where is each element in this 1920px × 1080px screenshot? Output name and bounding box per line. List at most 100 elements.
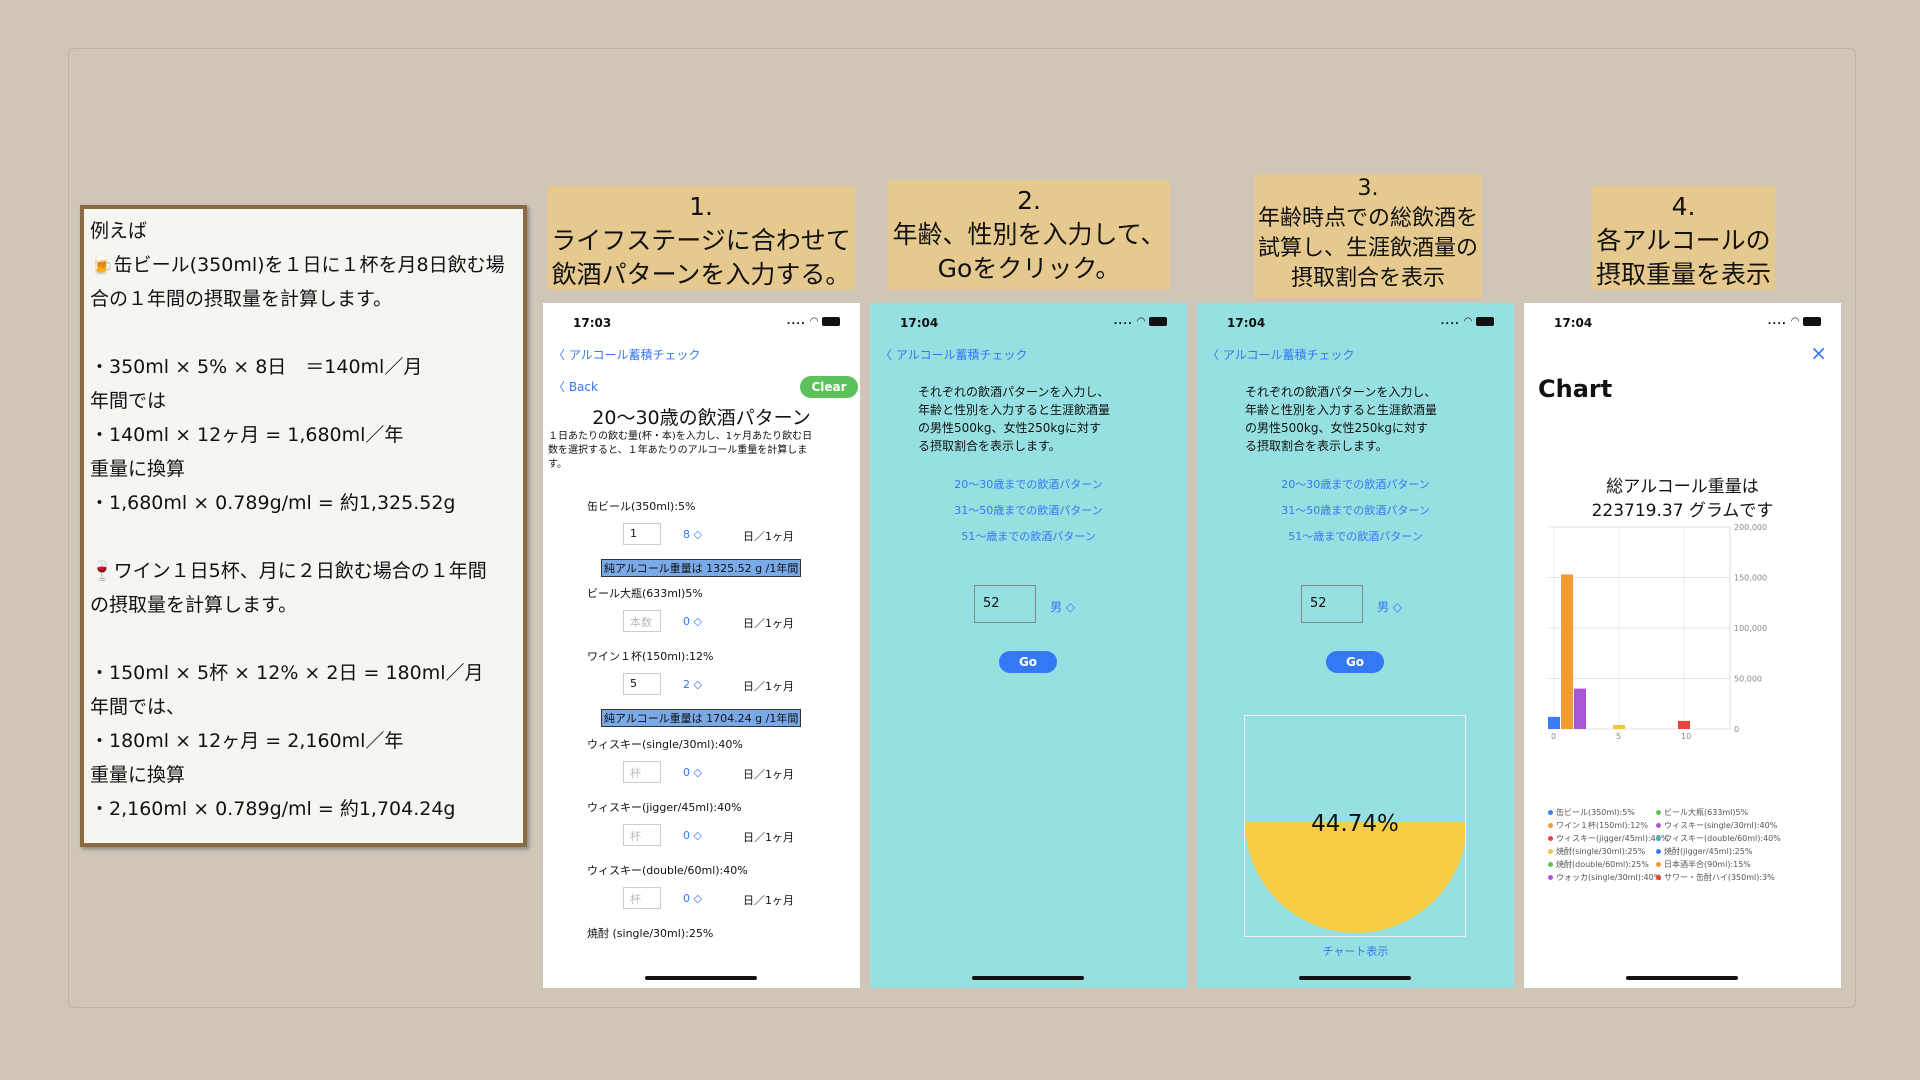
legend-label: ウィスキー(single/30ml):40% — [1664, 821, 1778, 830]
chevron-left-icon: 〈 — [553, 380, 569, 394]
age-input[interactable]: 52 — [1301, 585, 1363, 623]
close-icon[interactable]: × — [1810, 341, 1827, 365]
days-picker[interactable]: 2 ◇ — [683, 678, 702, 691]
back-label: Back — [568, 380, 598, 394]
gauge-box: 44.74% — [1244, 715, 1466, 937]
note-line: ・2,160ml × 0.789g/ml = 約1,704.24g — [90, 798, 456, 820]
nav-back-link[interactable]: 〈 アルコール蓄積チェック — [1207, 346, 1354, 363]
nav-back-link[interactable]: 〈 アルコール蓄積チェック — [553, 346, 700, 363]
description-line: の男性500kg、女性250kgに対す — [918, 421, 1101, 435]
status-bar: 17:04 .... ◠ — [870, 311, 1187, 335]
step-4-line: 摂取重量を表示 — [1595, 260, 1771, 289]
days-picker[interactable]: 0 ◇ — [683, 829, 702, 842]
legend-swatch — [1656, 875, 1661, 880]
chart-bar — [1613, 724, 1625, 729]
chevron-left-icon: 〈 — [553, 348, 569, 362]
drink-label: 焼酎 (single/30ml):25% — [587, 927, 714, 940]
sex-picker[interactable]: 男 ◇ — [1050, 598, 1075, 615]
link-pattern-20-30[interactable]: 20〜30歳までの飲酒パターン — [870, 476, 1187, 492]
description: それぞれの飲酒パターンを入力し、 年齢と性別を入力すると生涯飲酒量 の男性500… — [918, 383, 1110, 455]
quantity-input[interactable]: 1 — [623, 523, 661, 545]
page-title: 20〜30歳の飲酒パターン — [592, 407, 811, 429]
wifi-icon: ◠ — [810, 316, 819, 327]
note-line: の摂取量を計算します。 — [90, 594, 298, 616]
back-button[interactable]: 〈 Back — [553, 378, 598, 395]
nav-back-label: アルコール蓄積チェック — [895, 348, 1028, 362]
days-picker[interactable]: 0 ◇ — [683, 892, 702, 905]
quantity-input[interactable]: 杯 — [623, 824, 661, 846]
legend-item: サワー・缶酎ハイ(350ml):3% — [1656, 872, 1775, 883]
chart-bar — [1574, 688, 1586, 729]
nav-back-link[interactable]: 〈 アルコール蓄積チェック — [880, 346, 1027, 363]
clear-button[interactable]: Clear — [800, 376, 858, 398]
legend-swatch — [1656, 836, 1661, 841]
description-line: す。 — [548, 459, 567, 470]
result-badge: 純アルコール重量は 1325.52 g /1年間 — [601, 559, 802, 577]
quantity-input[interactable]: 杯 — [623, 761, 661, 783]
legend-item: ビール大瓶(633ml)5% — [1656, 807, 1748, 818]
step-1-label: 1. ライフステージに合わせて 飲酒パターンを入力する。 — [547, 186, 855, 290]
legend-item: 日本酒半合(90ml):15% — [1656, 859, 1751, 870]
drink-label: ビール大瓶(633ml)5% — [587, 587, 703, 600]
note-line: ・140ml × 12ヶ月 = 1,680ml／年 — [90, 424, 404, 446]
legend-label: ワイン１杯(150ml):12% — [1556, 821, 1649, 830]
total-weight-line: 223719.37 グラムです — [1591, 501, 1774, 521]
age-input[interactable]: 52 — [974, 585, 1036, 623]
note-line: ・150ml × 5杯 × 12% × 2日 = 180ml／月 — [90, 662, 484, 684]
go-button[interactable]: Go — [999, 651, 1057, 673]
chart-bar — [1561, 574, 1573, 729]
home-indicator — [1626, 976, 1738, 980]
days-picker[interactable]: 0 ◇ — [683, 766, 702, 779]
legend-item: 焼酎(double/60ml):25% — [1548, 859, 1649, 870]
status-icons: .... ◠ — [787, 316, 840, 327]
signal-icon: .... — [786, 316, 806, 327]
days-picker[interactable]: 0 ◇ — [683, 615, 702, 628]
drink-label: ウィスキー(jigger/45ml):40% — [587, 801, 742, 814]
legend-swatch — [1548, 823, 1553, 828]
legend-label: 焼酎(double/60ml):25% — [1556, 860, 1649, 869]
wifi-icon: ◠ — [1791, 316, 1800, 327]
status-icons: .... ◠ — [1768, 316, 1821, 327]
legend-label: 焼酎(single/30ml):25% — [1556, 847, 1646, 856]
note-line: ・180ml × 12ヶ月 = 2,160ml／年 — [90, 730, 404, 752]
link-pattern-31-50[interactable]: 31〜50歳までの飲酒パターン — [870, 502, 1187, 518]
legend-label: 缶ビール(350ml):5% — [1556, 808, 1635, 817]
link-pattern-51[interactable]: 51〜歳までの飲酒パターン — [870, 528, 1187, 544]
description: １日あたりの飲む量(杯・本)を入力し、1ヶ月あたり飲む日 数を選択すると、１年あ… — [548, 430, 812, 472]
link-pattern-51[interactable]: 51〜歳までの飲酒パターン — [1197, 528, 1514, 544]
note-line — [90, 316, 517, 350]
description: それぞれの飲酒パターンを入力し、 年齢と性別を入力すると生涯飲酒量 の男性500… — [1245, 383, 1437, 455]
legend-label: 焼酎(jigger/45ml):25% — [1664, 847, 1753, 856]
total-weight-line: 総アルコール重量は — [1606, 477, 1759, 497]
home-indicator — [972, 976, 1084, 980]
status-time: 17:04 — [900, 316, 939, 330]
status-time: 17:04 — [1227, 316, 1266, 330]
wifi-icon: ◠ — [1464, 316, 1473, 327]
days-picker[interactable]: 8 ◇ — [683, 528, 702, 541]
y-tick-label: 100,000 — [1734, 624, 1767, 633]
battery-icon — [1803, 316, 1821, 326]
step-1-line: 飲酒パターンを入力する。 — [551, 260, 851, 289]
note-line: 年間では、 — [90, 696, 186, 718]
quantity-input[interactable]: 5 — [623, 673, 661, 695]
unit-label: 日／1ヶ月 — [743, 530, 794, 543]
go-button[interactable]: Go — [1326, 651, 1384, 673]
status-bar: 17:03 .... ◠ — [543, 311, 860, 335]
note-line: ・350ml × 5% × 8日 ＝140ml／月 — [90, 356, 423, 378]
chart-bar — [1678, 720, 1690, 729]
quantity-input[interactable]: 本数 — [623, 610, 661, 632]
description-line: の男性500kg、女性250kgに対す — [1245, 421, 1428, 435]
link-pattern-31-50[interactable]: 31〜50歳までの飲酒パターン — [1197, 502, 1514, 518]
sex-picker[interactable]: 男 ◇ — [1377, 598, 1402, 615]
note-line: 例えば — [90, 220, 148, 242]
chart-link[interactable]: チャート表示 — [1197, 943, 1514, 959]
note-line: 合の１年間の摂取量を計算します。 — [90, 288, 393, 310]
quantity-input[interactable]: 杯 — [623, 887, 661, 909]
step-4-line: 4. — [1671, 192, 1696, 221]
link-pattern-20-30[interactable]: 20〜30歳までの飲酒パターン — [1197, 476, 1514, 492]
x-tick-label: 10 — [1681, 732, 1691, 741]
step-4-line: 各アルコールの — [1596, 226, 1771, 255]
battery-icon — [1476, 316, 1494, 326]
description-line: それぞれの飲酒パターンを入力し、 — [1245, 385, 1437, 399]
y-tick-label: 200,000 — [1734, 523, 1767, 532]
